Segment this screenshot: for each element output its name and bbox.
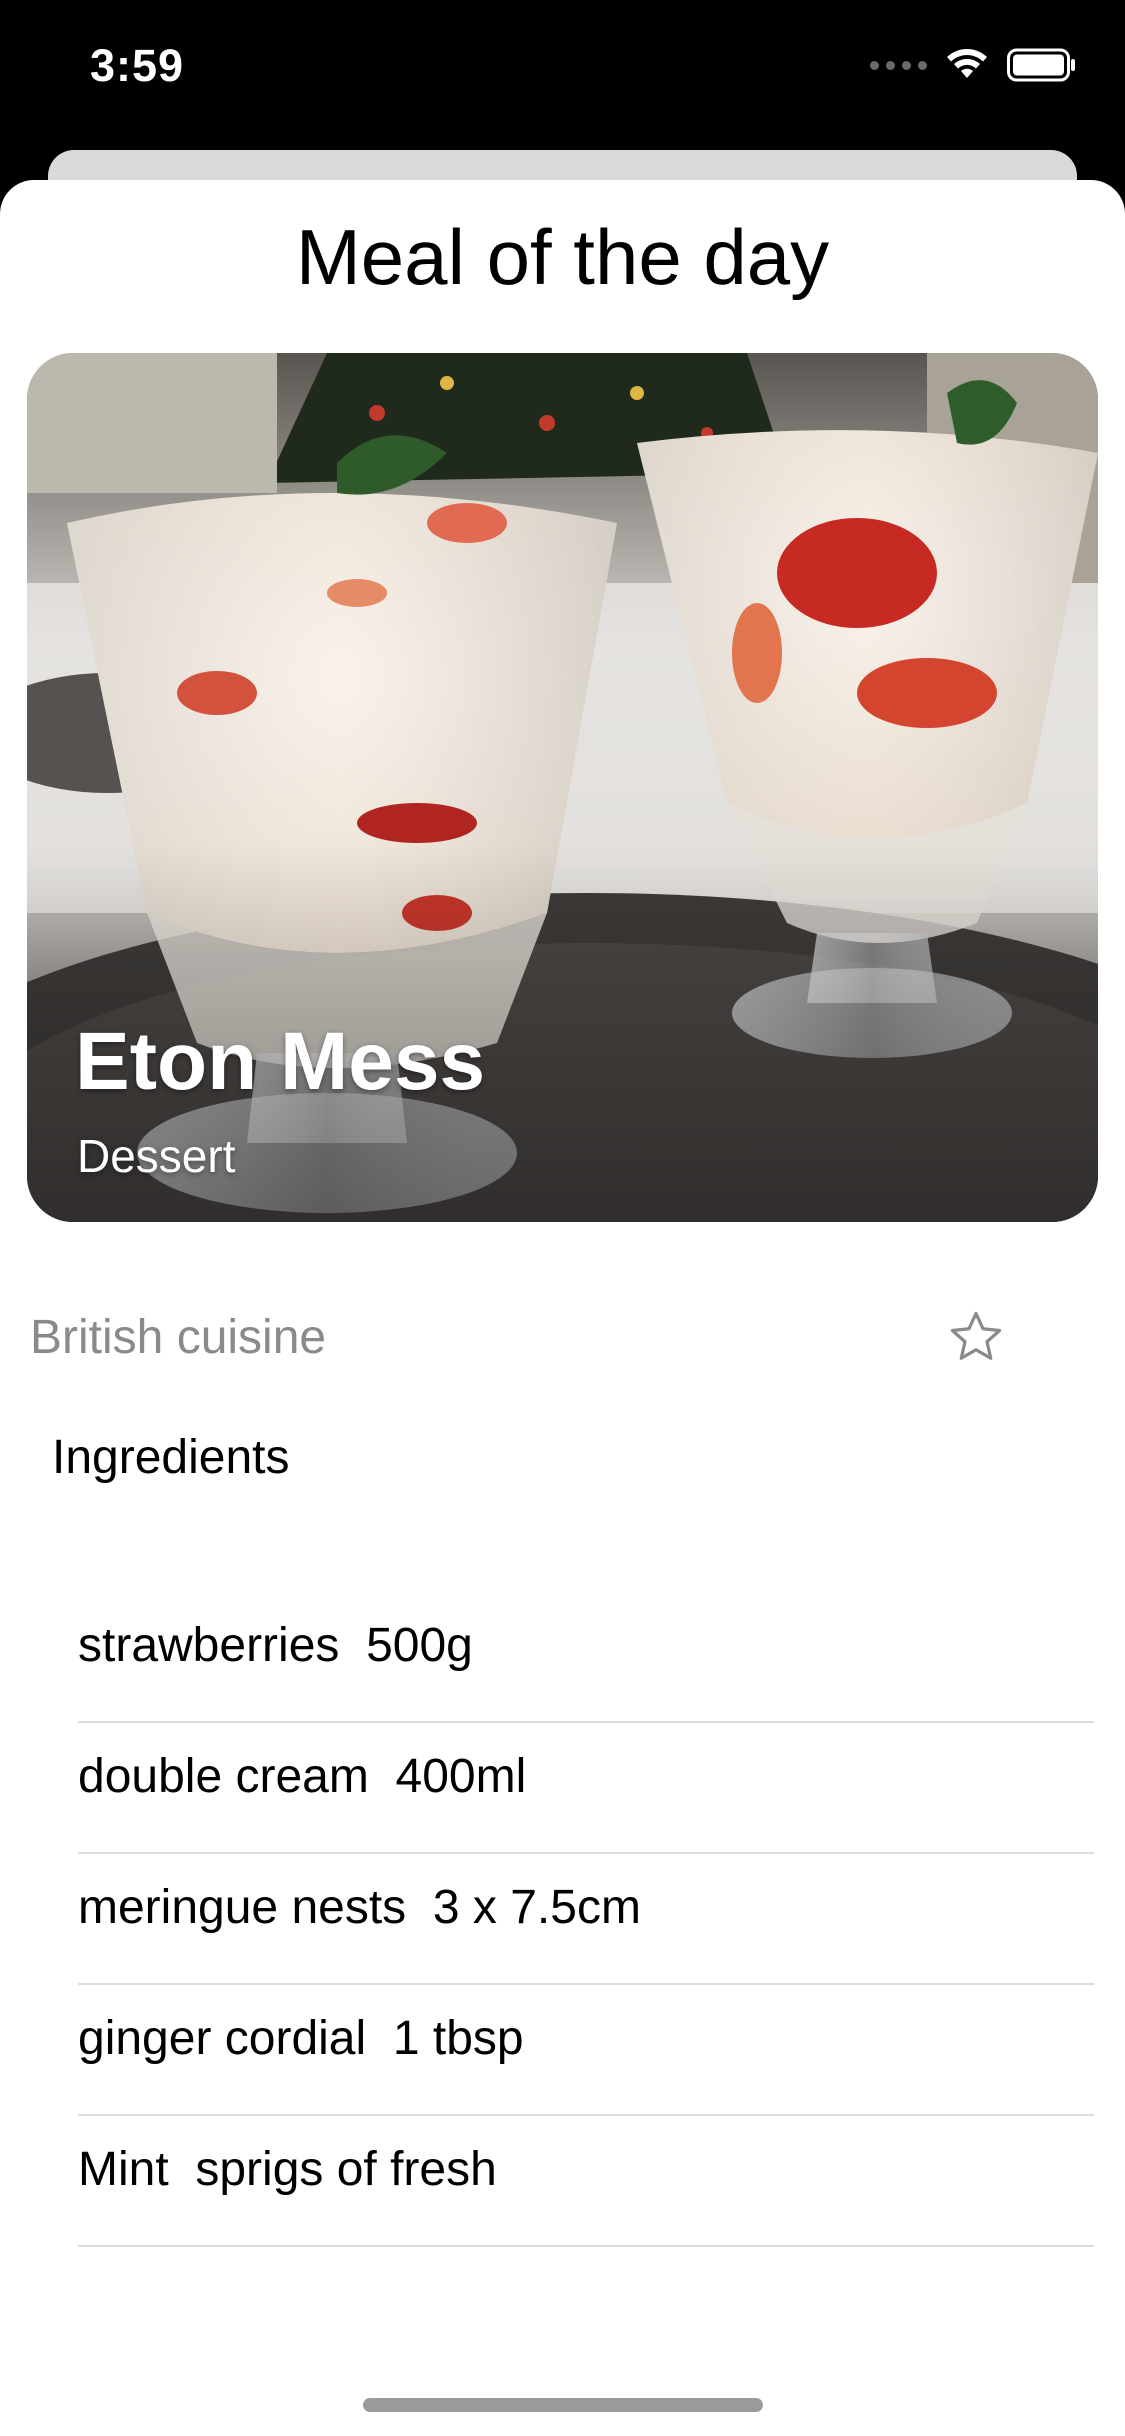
wifi-icon [947, 49, 987, 78]
ingredient-row[interactable]: double cream 400ml [78, 1723, 1094, 1854]
ingredient-row[interactable]: meringue nests 3 x 7.5cm [78, 1854, 1094, 1985]
cellular-signal-icon [870, 60, 927, 70]
status-indicators [870, 48, 1077, 82]
page-title: Meal of the day [295, 213, 830, 301]
status-bar: 3:59 [0, 0, 1125, 140]
status-time: 3:59 [90, 40, 185, 91]
ingredient-text: double cream 400ml [78, 1750, 527, 1803]
star-outline-icon [950, 1311, 1002, 1360]
ingredient-text: meringue nests 3 x 7.5cm [78, 1881, 641, 1934]
meal-sheet: Meal of the day Eton Mess Dessert Britis… [0, 180, 1125, 2436]
meal-image-card[interactable]: Eton Mess Dessert [27, 353, 1098, 1222]
favorite-button[interactable] [944, 1305, 1008, 1369]
meal-cuisine: British cuisine [30, 1311, 327, 1364]
meal-category: Dessert [77, 1130, 236, 1182]
ingredient-row[interactable]: ginger cordial 1 tbsp [78, 1985, 1094, 2116]
ingredient-row[interactable]: Mint sprigs of fresh [78, 2116, 1094, 2247]
ingredient-text: strawberries 500g [78, 1619, 473, 1672]
battery-icon [1007, 48, 1075, 82]
ingredient-text: ginger cordial 1 tbsp [78, 2012, 524, 2065]
meal-name: Eton Mess [75, 1016, 486, 1107]
ingredient-row[interactable]: strawberries 500g [78, 1592, 1094, 1723]
ingredient-text: Mint sprigs of fresh [78, 2143, 497, 2196]
ingredients-header: Ingredients [52, 1431, 290, 1484]
ingredient-list: strawberries 500g double cream 400ml mer… [78, 1592, 1094, 2247]
home-indicator[interactable] [363, 2398, 763, 2412]
